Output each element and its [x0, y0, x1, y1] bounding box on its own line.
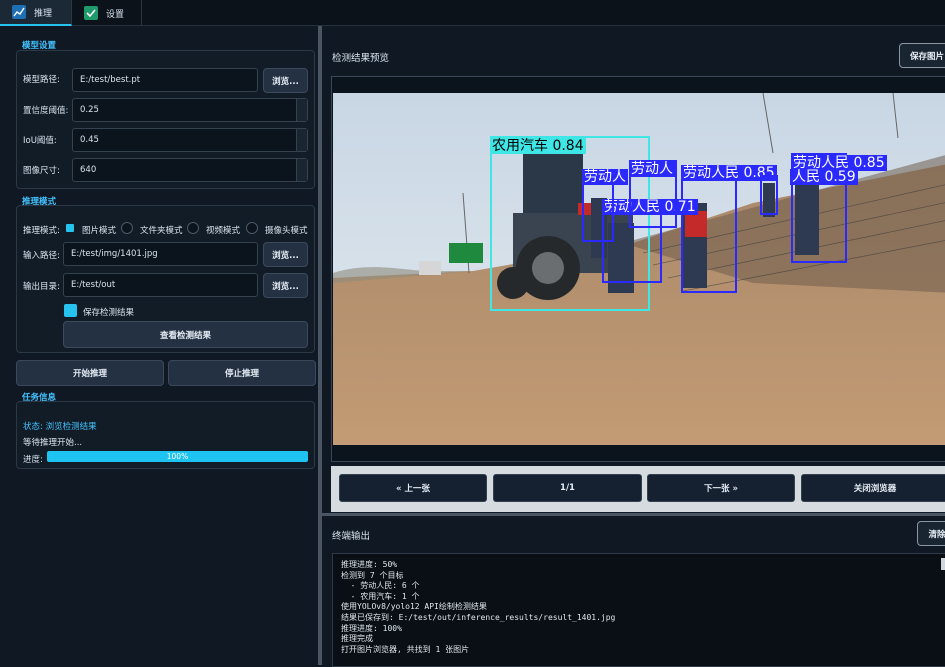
preview-title: 检测结果预览	[332, 53, 390, 64]
mode-label: 推理模式:	[23, 226, 60, 236]
start-inference-button[interactable]: 开始推理	[16, 360, 164, 386]
input-browse-button[interactable]: 浏览...	[263, 242, 308, 267]
tab-settings-label: 设置	[106, 9, 125, 20]
terminal-line: 推理进度: 50%	[341, 560, 398, 569]
terminal-output: 推理进度: 50% 检测到 7 个目标 - 劳动人民: 6 个 - 农用汽车: 1…	[332, 553, 945, 667]
conf-threshold-input[interactable]: 0.25	[72, 98, 308, 122]
progress-bar: 100%	[47, 451, 308, 462]
chart-icon	[12, 5, 26, 19]
image-size-input[interactable]: 640	[72, 158, 308, 182]
model-browse-button[interactable]: 浏览...	[263, 68, 308, 93]
model-path-label: 模型路径:	[23, 75, 60, 85]
save-results-checkbox[interactable]	[64, 304, 77, 317]
radio-folder-mode-label: 文件夹模式	[140, 226, 183, 236]
radio-folder-mode[interactable]	[121, 222, 133, 234]
splitter-handle[interactable]	[318, 26, 322, 665]
next-image-button[interactable]: 下一张 »	[647, 474, 795, 502]
detection-box-person-4	[582, 176, 614, 242]
radio-video-mode-label: 视频模式	[206, 226, 241, 236]
preview-area: 农用汽车 0.84 劳动人民 0.85 劳动人民 0.85 劳动人民 0.71 …	[331, 76, 945, 462]
image-counter: 1/1	[493, 474, 642, 502]
horizontal-splitter[interactable]	[322, 513, 945, 516]
image-size-value: 640	[80, 165, 97, 175]
radio-camera-mode[interactable]	[246, 222, 258, 234]
left-panel: 模型设置 模型路径: E:/test/best.pt 浏览... 置信度阈值: …	[0, 27, 322, 665]
output-dir-label: 输出目录:	[23, 282, 60, 292]
tab-bar: 推理 设置	[0, 0, 945, 26]
iou-threshold-label: IoU阈值:	[23, 136, 57, 146]
conf-threshold-label: 置信度阈值:	[23, 106, 69, 116]
view-results-button[interactable]: 查看检测结果	[63, 321, 308, 348]
terminal-line: 结果已保存到: E:/test/out/inference_results/re…	[341, 612, 616, 622]
conf-threshold-value: 0.25	[80, 105, 99, 115]
detection-label-person-6: 人民 0.59	[790, 169, 858, 185]
progress-bar-fill: 100%	[47, 451, 308, 462]
input-path-label: 输入路径:	[23, 251, 60, 261]
terminal-line: 检测到 7 个目标	[341, 570, 404, 580]
image-size-label: 图像尺寸:	[23, 166, 60, 176]
detection-label-person-5: 劳动人	[629, 161, 675, 177]
detection-label-person-4: 劳动人	[582, 169, 628, 185]
check-icon	[84, 6, 98, 20]
terminal-line: 使用YOLOv8/yolo12 API绘制检测结果	[341, 602, 487, 612]
progress-label: 进度:	[23, 455, 43, 465]
input-path-field[interactable]: E:/test/img/1401.jpg	[63, 242, 258, 266]
radio-image-mode[interactable]	[66, 224, 74, 232]
iou-threshold-input[interactable]: 0.45	[72, 128, 308, 152]
terminal-line: - 农用汽车: 1 个	[341, 591, 420, 601]
detection-box-person-1	[681, 175, 737, 293]
detection-box-person-6	[760, 175, 778, 215]
waiting-text: 等待推理开始...	[23, 438, 83, 448]
terminal-line: 推理完成	[341, 634, 373, 644]
tab-inference-label: 推理	[34, 8, 53, 19]
image-size-spin-buttons[interactable]	[296, 159, 307, 181]
model-path-input[interactable]: E:/test/best.pt	[72, 68, 258, 92]
close-browser-button[interactable]: 关闭浏览器	[801, 474, 945, 502]
terminal-title: 终端输出	[332, 531, 371, 542]
terminal-line: 推理进度: 100%	[341, 623, 402, 633]
radio-image-mode-label: 图片模式	[82, 226, 117, 236]
clear-terminal-button[interactable]: 清除	[917, 521, 945, 546]
conf-spin-buttons[interactable]	[296, 99, 307, 121]
terminal-line: - 劳动人民: 6 个	[341, 581, 420, 591]
iou-threshold-value: 0.45	[80, 135, 99, 145]
save-results-label: 保存检测结果	[83, 308, 135, 318]
tab-settings[interactable]: 设置	[72, 0, 142, 26]
radio-video-mode[interactable]	[187, 222, 199, 234]
output-dir-field[interactable]: E:/test/out	[63, 273, 258, 297]
terminal-scrollbar[interactable]	[941, 558, 945, 570]
output-browse-button[interactable]: 浏览...	[263, 273, 308, 298]
terminal-line: 打开图片浏览器, 共找到 1 张图片	[341, 644, 470, 654]
detection-label-tractor: 农用汽车 0.84	[490, 138, 586, 154]
radio-image-mode-indicator	[66, 224, 74, 232]
stop-inference-button[interactable]: 停止推理	[168, 360, 316, 386]
status-text: 状态: 浏览检测结果	[23, 422, 97, 432]
tab-inference[interactable]: 推理	[0, 0, 72, 26]
iou-spin-buttons[interactable]	[296, 129, 307, 151]
prev-image-button[interactable]: « 上一张	[339, 474, 487, 502]
radio-camera-mode-label: 摄像头模式	[265, 226, 308, 236]
save-image-button[interactable]: 保存图片	[899, 43, 945, 68]
progress-text: 100%	[166, 452, 189, 461]
